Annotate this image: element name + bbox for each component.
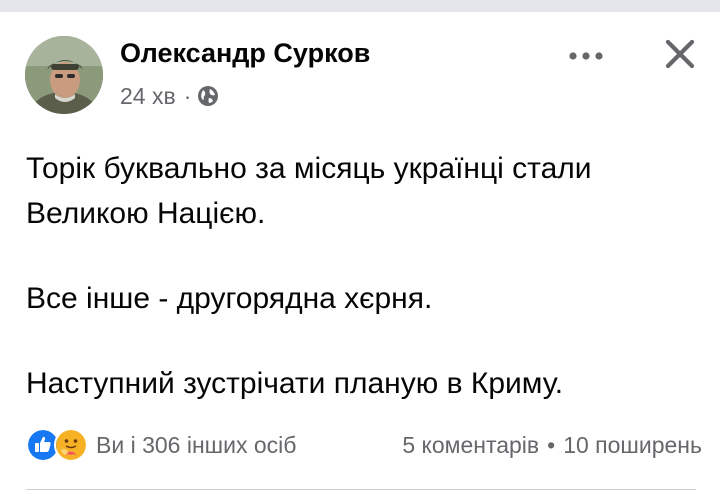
post-paragraph: Все інше - другорядна хєрня.: [26, 282, 433, 315]
shares-count[interactable]: 10 поширень: [563, 432, 702, 459]
post-time[interactable]: 24 хв: [120, 83, 176, 110]
post-paragraph: Торік буквально за місяць українці стали…: [26, 152, 592, 230]
globe-icon[interactable]: [197, 85, 219, 107]
post-text: Торік буквально за місяць українці стали…: [26, 146, 696, 406]
comments-count[interactable]: 5 коментарів: [402, 432, 539, 459]
post-paragraph: Наступний зустрічати планую в Криму.: [26, 367, 564, 400]
post-stats: 5 коментарів • 10 поширень: [402, 432, 702, 459]
user-avatar-icon: [25, 36, 103, 114]
top-strip: [0, 0, 720, 12]
care-icon: [54, 428, 88, 462]
post-footer: Ви і 306 інших осіб 5 коментарів • 10 по…: [26, 428, 702, 462]
footer-divider: [26, 489, 696, 490]
author-avatar[interactable]: [25, 36, 103, 114]
reactions-summary[interactable]: [26, 428, 88, 462]
reactors-count[interactable]: Ви і 306 інших осіб: [96, 432, 296, 459]
post-meta: 24 хв ·: [120, 82, 219, 110]
close-button[interactable]: [660, 34, 700, 74]
post-card: Олександр Сурков 24 хв · Торік буквально…: [0, 12, 720, 497]
stats-separator: •: [547, 431, 556, 458]
more-options-button[interactable]: [566, 44, 606, 68]
more-horizontal-icon: [569, 52, 603, 60]
author-name[interactable]: Олександр Сурков: [120, 38, 370, 69]
meta-separator: ·: [183, 82, 192, 109]
close-icon: [665, 39, 695, 69]
